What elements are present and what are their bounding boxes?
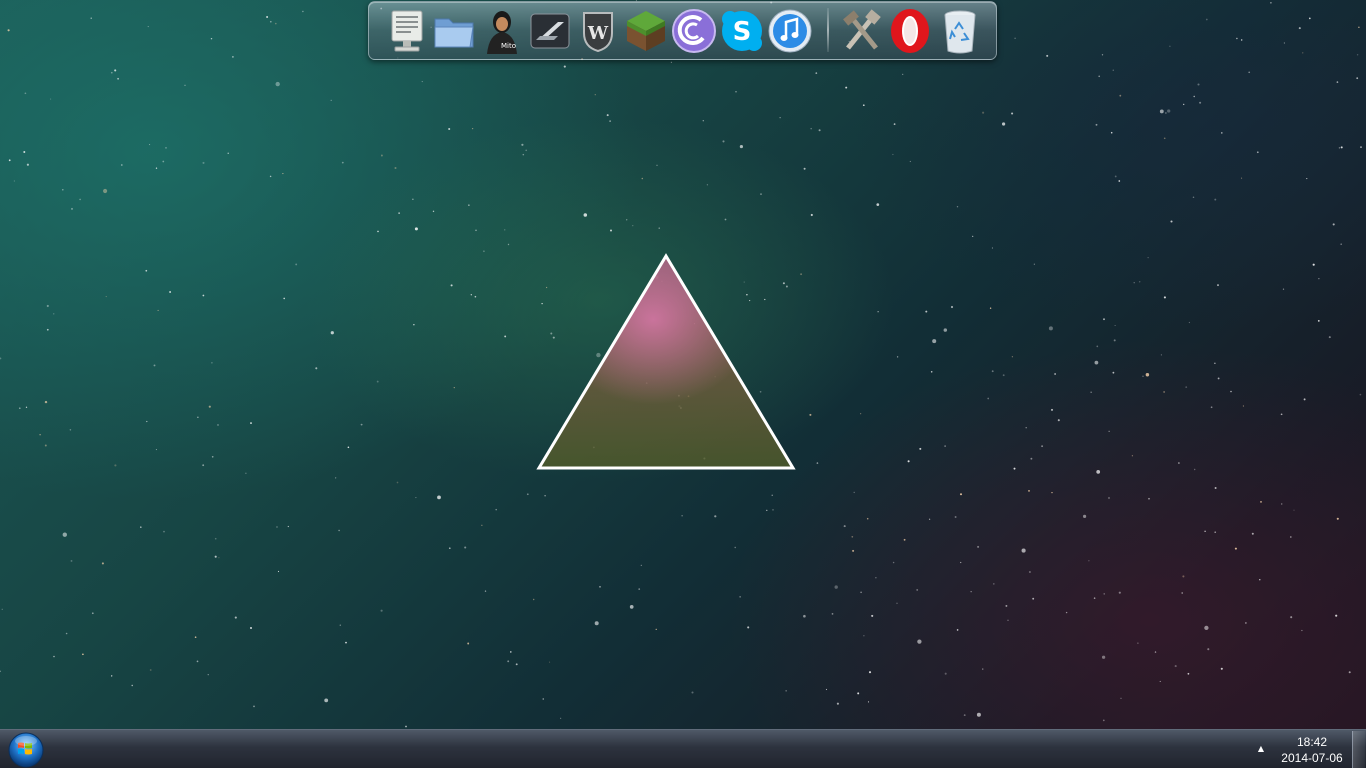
dock-separator xyxy=(827,8,829,52)
svg-text:Mito: Mito xyxy=(501,42,516,50)
show-hidden-icons-arrow[interactable]: ▲ xyxy=(1254,743,1268,755)
start-button[interactable] xyxy=(6,731,46,768)
skype-icon[interactable]: S xyxy=(719,7,765,55)
windows-orb-icon xyxy=(8,732,44,768)
tools-icon[interactable] xyxy=(839,7,885,55)
opera-icon[interactable] xyxy=(887,7,933,55)
recycle-bin-icon[interactable] xyxy=(937,7,983,55)
folder-icon[interactable] xyxy=(431,7,477,55)
desktop-background: Mito W S xyxy=(0,0,1366,729)
racing-game-icon[interactable] xyxy=(527,7,573,55)
computer-icon[interactable] xyxy=(384,7,430,55)
music-note-icon[interactable] xyxy=(767,7,813,55)
torrent-icon[interactable] xyxy=(671,7,717,55)
avatar-icon[interactable]: Mito xyxy=(479,7,525,55)
grass-block-icon[interactable] xyxy=(623,7,669,55)
svg-text:S: S xyxy=(733,17,752,47)
application-dock: Mito W S xyxy=(368,1,997,60)
clock-time: 18:42 xyxy=(1296,735,1328,749)
svg-text:W: W xyxy=(587,23,609,44)
triangle-emblem xyxy=(536,253,796,470)
system-clock[interactable]: 18:42 2014-07-06 xyxy=(1274,733,1350,767)
clock-date: 2014-07-06 xyxy=(1281,751,1343,765)
tank-shield-icon[interactable]: W xyxy=(575,7,621,55)
taskbar: ▲ 18:42 2014-07-06 xyxy=(0,729,1366,768)
show-desktop-button[interactable] xyxy=(1352,731,1365,768)
